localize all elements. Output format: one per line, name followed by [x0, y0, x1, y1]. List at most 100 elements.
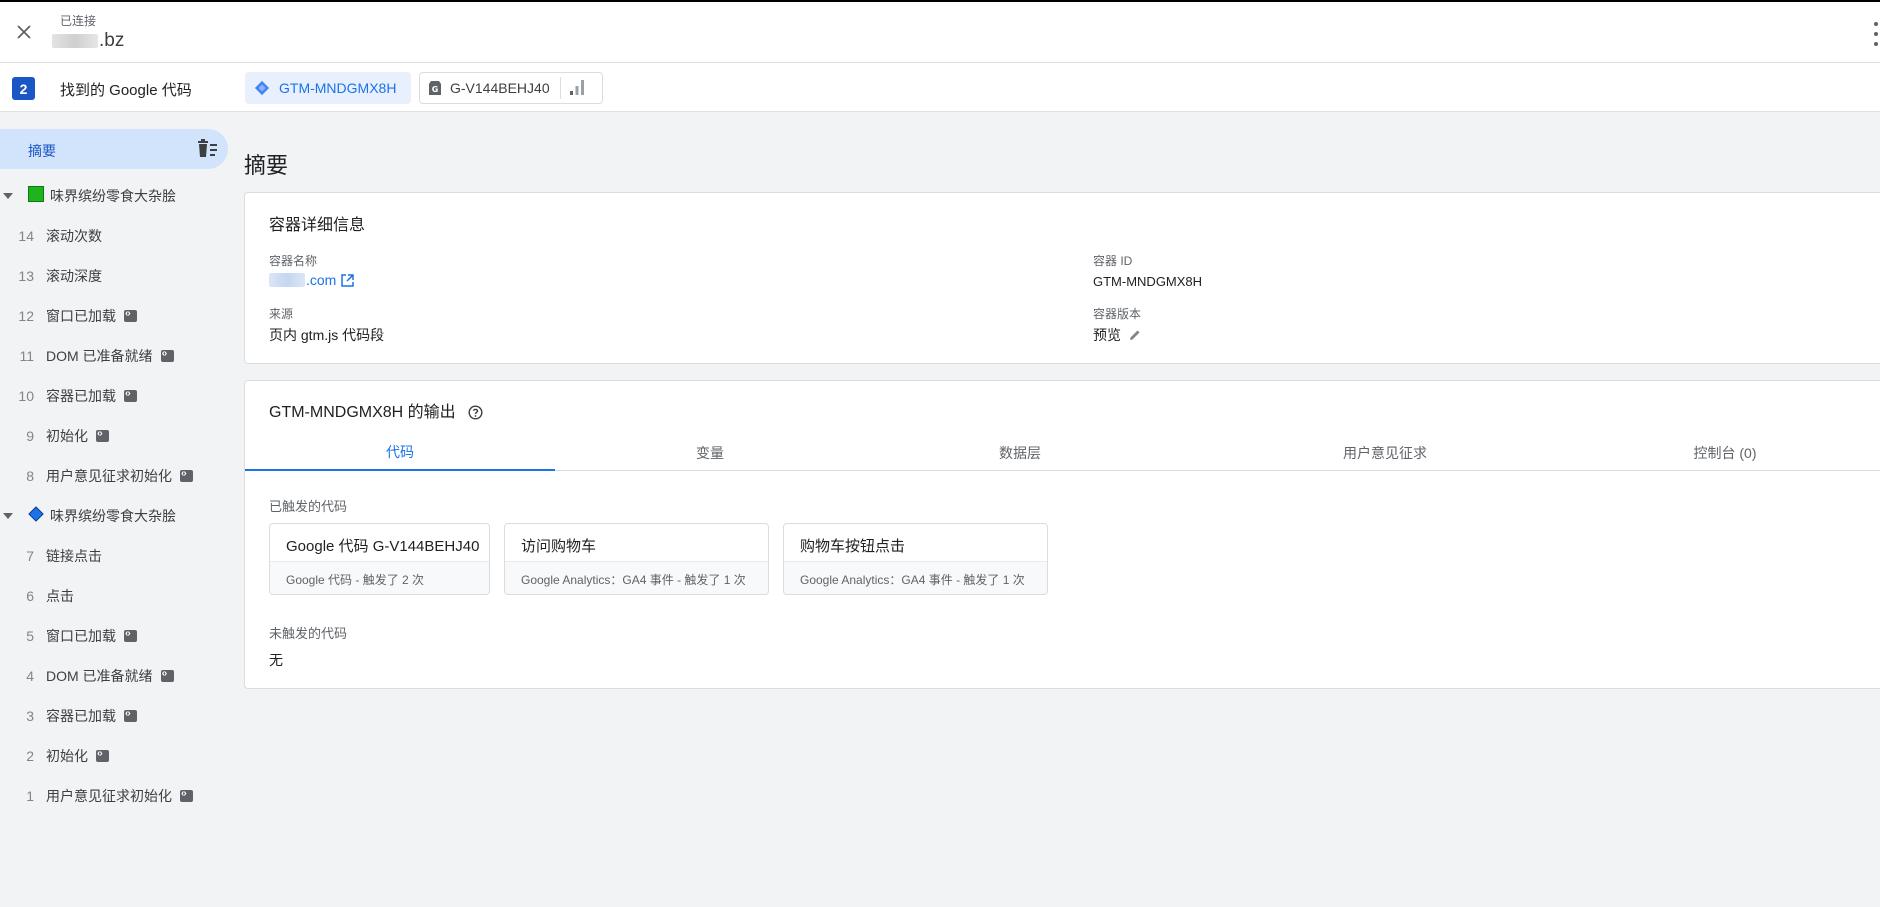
fired-tags-label: 已触发的代码	[269, 499, 348, 514]
container-version: 预览	[1093, 325, 1141, 345]
source-value: 页内 gtm.js 代码段	[269, 327, 385, 343]
sidebar-item-event[interactable]: 7 链接点击	[0, 541, 236, 571]
help-icon[interactable]	[468, 405, 483, 420]
container-id-value: GTM-MNDGMX8H	[1093, 274, 1203, 289]
event-label: 用户意见征求初始化	[46, 788, 172, 804]
sidebar-item-event[interactable]: 13 滚动深度	[0, 261, 236, 291]
output-title-text: GTM-MNDGMX8H 的输出	[269, 404, 456, 421]
fired-tag-card[interactable]: 访问购物车 Google Analytics：GA4 事件 - 触发了 1 次	[504, 523, 769, 595]
sidebar-group-label: 味界缤纷零食大杂脍	[50, 188, 176, 204]
google-tag-icon: G	[428, 80, 442, 96]
chevron-down-icon[interactable]	[3, 513, 13, 519]
sidebar-item-event[interactable]: 11 DOM 已准备就绪	[0, 341, 236, 371]
event-label: 初始化	[46, 428, 88, 444]
event-label: 滚动深度	[46, 268, 102, 284]
sidebar-group-label: 味界缤纷零食大杂脍	[50, 508, 176, 524]
event-number: 1	[26, 788, 34, 804]
container-name-label: 容器名称	[269, 254, 318, 268]
sidebar-item-event[interactable]: 12 窗口已加载	[0, 301, 236, 331]
container-details-card: 容器详细信息 容器名称 .com 来源 页内 gtm.js 代码段 容器 ID …	[244, 192, 1880, 364]
gtm-container-chip[interactable]: GTM-MNDGMX8H	[245, 72, 411, 104]
event-number: 3	[26, 708, 34, 724]
event-label: 窗口已加载	[46, 308, 116, 324]
site-name-text: .bz	[99, 30, 125, 51]
tag-bar: 2 找到的 Google 代码 GTM-MNDGMX8H G G-V144BEH…	[0, 63, 1880, 112]
code-tag-icon	[124, 388, 137, 402]
tag-card-title: Google 代码 G-V144BEHJ40	[270, 524, 489, 562]
event-sidebar: 摘要 味界缤纷零食大杂脍 14滚动次数 13滚动深度 12窗口已加载 11DOM…	[0, 112, 236, 907]
tag-count-badge: 2	[12, 77, 35, 100]
sidebar-item-event[interactable]: 4 DOM 已准备就绪	[0, 661, 236, 691]
output-tabs: 代码 变量 数据层 用户意见征求 控制台 (0)	[245, 435, 1880, 471]
more-menu-icon[interactable]	[1872, 22, 1880, 46]
event-number: 5	[26, 628, 34, 644]
edit-pencil-icon[interactable]	[1129, 329, 1141, 341]
tab-variables[interactable]: 变量	[555, 435, 865, 471]
event-number: 10	[18, 388, 34, 404]
sidebar-item-event[interactable]: 3 容器已加载	[0, 701, 236, 731]
event-label: 链接点击	[46, 548, 102, 564]
event-number: 9	[26, 428, 34, 444]
container-version-label: 容器版本	[1093, 307, 1142, 321]
fired-tag-card[interactable]: 购物车按钮点击 Google Analytics：GA4 事件 - 触发了 1 …	[783, 523, 1048, 595]
code-tag-icon	[180, 788, 193, 802]
sidebar-item-event[interactable]: 8 用户意见征求初始化	[0, 461, 236, 491]
output-title: GTM-MNDGMX8H 的输出	[269, 398, 483, 422]
sidebar-group-page[interactable]: 味界缤纷零食大杂脍	[0, 501, 236, 531]
fired-tag-card[interactable]: Google 代码 G-V144BEHJ40 Google 代码 - 触发了 2…	[269, 523, 490, 595]
event-label: 滚动次数	[46, 228, 102, 244]
tag-card-subtitle: Google 代码 - 触发了 2 次	[270, 562, 489, 594]
tab-console[interactable]: 控制台 (0)	[1585, 435, 1865, 471]
code-tag-icon	[180, 468, 193, 482]
output-card: GTM-MNDGMX8H 的输出 代码 变量 数据层 用户意见征求 控制台 (0…	[244, 380, 1880, 689]
sidebar-item-event[interactable]: 10 容器已加载	[0, 381, 236, 411]
tab-consent[interactable]: 用户意见征求	[1245, 435, 1525, 471]
connection-status: 已连接	[60, 14, 97, 28]
event-number: 4	[26, 668, 34, 684]
event-number: 14	[18, 228, 34, 244]
tag-card-subtitle: Google Analytics：GA4 事件 - 触发了 1 次	[505, 562, 768, 594]
code-tag-icon	[124, 628, 137, 642]
sidebar-item-event[interactable]: 1 用户意见征求初始化	[0, 781, 236, 811]
event-label: 用户意见征求初始化	[46, 468, 172, 484]
analytics-bars-icon	[569, 78, 585, 99]
close-icon[interactable]	[16, 24, 32, 40]
page-title: 摘要	[244, 153, 289, 178]
found-tags-label: 找到的 Google 代码	[60, 82, 192, 99]
site-name: .bz	[52, 30, 124, 52]
sidebar-item-event[interactable]: 5 窗口已加载	[0, 621, 236, 651]
tab-tags[interactable]: 代码	[245, 435, 555, 471]
sidebar-item-event[interactable]: 9 初始化	[0, 421, 236, 451]
sidebar-item-summary[interactable]: 摘要	[0, 129, 228, 169]
container-name-link[interactable]: .com	[269, 272, 355, 288]
redacted-text	[269, 273, 305, 287]
gtm-diamond-icon	[253, 79, 271, 97]
sidebar-item-event[interactable]: 6 点击	[0, 581, 236, 611]
event-number: 6	[26, 588, 34, 604]
code-tag-icon	[124, 708, 137, 722]
svg-text:G: G	[432, 85, 439, 94]
event-number: 7	[26, 548, 34, 564]
open-in-new-icon	[341, 273, 355, 287]
clear-messages-icon[interactable]	[196, 139, 218, 159]
code-tag-icon	[96, 428, 109, 442]
event-label: 容器已加载	[46, 708, 116, 724]
sidebar-item-event[interactable]: 14 滚动次数	[0, 221, 236, 251]
redacted-text	[52, 33, 98, 48]
chevron-down-icon[interactable]	[3, 193, 13, 199]
code-tag-icon	[96, 748, 109, 762]
code-tag-icon	[160, 348, 174, 362]
sidebar-item-event[interactable]: 2 初始化	[0, 741, 236, 771]
not-fired-tags-label: 未触发的代码	[269, 626, 348, 641]
event-number: 8	[26, 468, 34, 484]
close-button[interactable]	[8, 16, 40, 48]
event-label: 初始化	[46, 748, 88, 764]
square-page-icon	[28, 185, 44, 207]
event-label: 窗口已加载	[46, 628, 116, 644]
container-version-value: 预览	[1093, 327, 1121, 343]
tab-data-layer[interactable]: 数据层	[865, 435, 1175, 471]
ga-tag-chip[interactable]: G G-V144BEHJ40	[419, 72, 603, 104]
sidebar-group-page[interactable]: 味界缤纷零食大杂脍	[0, 181, 236, 211]
not-fired-tags-value: 无	[269, 652, 283, 668]
event-label: DOM 已准备就绪	[46, 348, 153, 364]
